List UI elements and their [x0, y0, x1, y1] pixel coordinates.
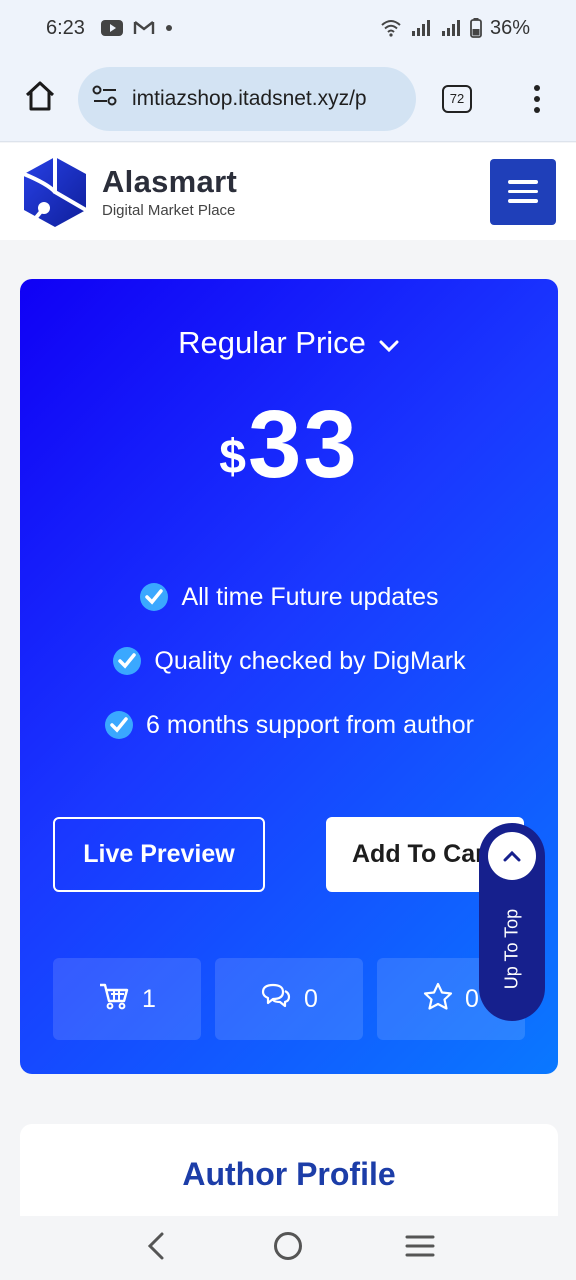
- alasmart-logo-icon[interactable]: [20, 154, 90, 230]
- sales-count: 1: [142, 984, 156, 1013]
- youtube-icon: [100, 20, 123, 36]
- up-to-top-label: Up To Top: [501, 908, 522, 990]
- rating-value: 0: [465, 984, 479, 1013]
- price-type-label: Regular Price: [178, 325, 366, 360]
- check-badge-icon: [139, 582, 169, 612]
- recents-button[interactable]: [400, 1228, 440, 1268]
- recents-icon: [404, 1233, 436, 1264]
- browser-menu-button[interactable]: [534, 84, 540, 113]
- comments-count: 0: [304, 984, 318, 1013]
- status-bar: 6:23 36%: [0, 0, 576, 56]
- feature-item: All time Future updates: [20, 565, 558, 629]
- battery-percent: 36%: [489, 16, 530, 39]
- wifi-icon: [380, 19, 402, 37]
- price-type-selector[interactable]: Regular Price: [20, 325, 558, 361]
- cart-icon: [98, 982, 130, 1017]
- url-text[interactable]: imtiazshop.itadsnet.xyz/p: [132, 87, 367, 111]
- live-preview-button[interactable]: Live Preview: [53, 817, 265, 892]
- url-bar[interactable]: imtiazshop.itadsnet.xyz/p: [78, 66, 416, 131]
- signal-icon: [440, 19, 462, 37]
- price-display: $ 33: [20, 397, 558, 493]
- menu-toggle-button[interactable]: [490, 158, 556, 225]
- battery-icon: [470, 18, 482, 38]
- check-badge-icon: [104, 710, 134, 740]
- brand-name[interactable]: Alasmart: [102, 164, 237, 200]
- star-icon: [423, 982, 453, 1017]
- back-icon: [144, 1231, 168, 1266]
- feature-item: Quality checked by DigMark: [20, 629, 558, 693]
- back-button[interactable]: [136, 1228, 176, 1268]
- currency-symbol: $: [219, 431, 246, 484]
- feature-text: Quality checked by DigMark: [154, 646, 466, 675]
- tab-switcher-button[interactable]: 72: [442, 84, 472, 113]
- browser-toolbar: imtiazshop.itadsnet.xyz/p 72: [0, 56, 576, 142]
- chevron-up-icon: [488, 832, 536, 880]
- home-icon: [23, 79, 57, 118]
- feature-text: All time Future updates: [181, 582, 439, 611]
- price-card: Regular Price $ 33 All time Future updat…: [20, 279, 558, 1074]
- home-button[interactable]: [20, 79, 60, 119]
- brand-tagline: Digital Market Place: [102, 202, 236, 219]
- author-profile-title: Author Profile: [182, 1156, 396, 1192]
- feature-item: 6 months support from author: [20, 693, 558, 757]
- feature-list: All time Future updates Quality checked …: [20, 565, 558, 757]
- check-badge-icon: [112, 646, 142, 676]
- price-amount: 33: [247, 391, 359, 498]
- comments-count-stat: 0: [215, 958, 363, 1040]
- system-nav-bar: [0, 1216, 576, 1280]
- feature-text: 6 months support from author: [146, 710, 474, 739]
- site-settings-icon[interactable]: [92, 85, 118, 112]
- home-circle-icon: [272, 1230, 304, 1267]
- status-time: 6:23: [46, 16, 85, 39]
- site-header: Alasmart Digital Market Place: [0, 143, 576, 240]
- dot-icon: [165, 24, 173, 32]
- sales-count-stat: 1: [53, 958, 201, 1040]
- home-nav-button[interactable]: [268, 1228, 308, 1268]
- signal-icon: [410, 19, 432, 37]
- comments-icon: [260, 982, 292, 1017]
- chevron-down-icon: [378, 325, 400, 361]
- up-to-top-button[interactable]: Up To Top: [479, 823, 545, 1021]
- gmail-icon: [133, 20, 155, 36]
